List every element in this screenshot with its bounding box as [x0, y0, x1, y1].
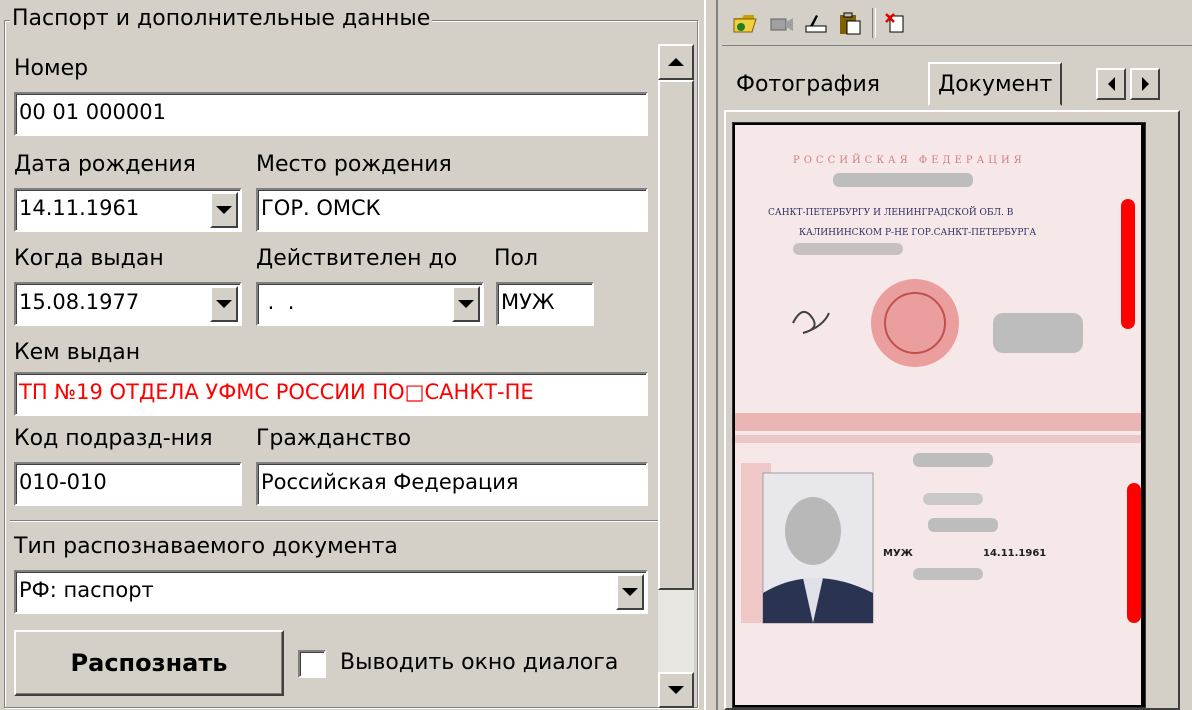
- valid-until-dropdown-button[interactable]: [452, 286, 480, 322]
- valid-until-combo[interactable]: . .: [256, 282, 484, 326]
- passport-group-title: Паспорт и дополнительные данные: [10, 6, 433, 31]
- scroll-up-button[interactable]: [658, 44, 694, 80]
- doc-issued-line-1: САНКТ-ПЕТЕРБУРГУ И ЛЕНИНГРАДСКОЙ ОБЛ. В: [768, 206, 1014, 218]
- division-code-label: Код подразд-ния: [14, 426, 213, 451]
- open-folder-icon[interactable]: [732, 10, 760, 36]
- passport-scan: РОССИЙСКАЯ ФЕДЕРАЦИЯ САНКТ-ПЕТЕРБУРГУ И …: [735, 125, 1141, 705]
- show-dialog-label: Выводить окно диалога: [340, 650, 619, 675]
- image-toolbar: [722, 0, 1192, 46]
- show-dialog-checkbox[interactable]: [298, 650, 326, 678]
- issued-date-combo[interactable]: 15.08.1977: [14, 282, 242, 326]
- divider: [10, 520, 676, 522]
- doc-type-combo[interactable]: РФ: паспорт: [14, 570, 648, 614]
- arrow-down-icon: [668, 686, 684, 694]
- birth-date-combo[interactable]: 14.11.1961: [14, 188, 242, 232]
- birth-place-label: Место рождения: [256, 152, 452, 177]
- recognize-button[interactable]: Распознать: [14, 630, 284, 696]
- paste-icon[interactable]: [836, 10, 864, 36]
- toolbar-separator: [872, 8, 876, 38]
- issued-by-label: Кем выдан: [14, 340, 141, 365]
- doc-birth-date-value: 14.11.1961: [983, 548, 1046, 559]
- sex-field[interactable]: МУЖ: [496, 282, 594, 326]
- sex-label: Пол: [494, 246, 539, 271]
- doc-issued-line-2: КАЛИНИНСКОМ Р-НЕ ГОР.САНКТ-ПЕТЕРБУРГА: [799, 228, 1036, 238]
- tab-scroll-left[interactable]: [1096, 68, 1126, 100]
- tab-photo[interactable]: Фотография: [728, 62, 888, 106]
- camera-icon[interactable]: [768, 10, 796, 36]
- citizenship-label: Гражданство: [256, 426, 412, 451]
- tab-document[interactable]: Документ: [928, 62, 1063, 106]
- doc-type-value: РФ: паспорт: [19, 578, 154, 602]
- doc-type-dropdown-button[interactable]: [616, 574, 644, 610]
- doc-type-label: Тип распознаваемого документа: [14, 534, 398, 559]
- valid-until-label: Действителен до: [256, 246, 458, 271]
- scroll-thumb[interactable]: [658, 80, 694, 590]
- issued-by-field[interactable]: ТП №19 ОТДЕЛА УФМС РОССИИ ПО□САНКТ-ПЕ: [14, 372, 648, 416]
- chevron-down-icon: [216, 300, 232, 308]
- citizenship-field[interactable]: Российская Федерация: [256, 462, 648, 506]
- issued-date-label: Когда выдан: [14, 246, 164, 271]
- arrow-left-icon: [1107, 77, 1115, 91]
- scroll-down-button[interactable]: [658, 672, 694, 708]
- birth-date-value: 14.11.1961: [19, 196, 140, 220]
- number-field[interactable]: 00 01 000001: [14, 92, 648, 136]
- document-image: РОССИЙСКАЯ ФЕДЕРАЦИЯ САНКТ-ПЕТЕРБУРГУ И …: [732, 122, 1146, 708]
- number-label: Номер: [14, 56, 89, 81]
- doc-header-text: РОССИЙСКАЯ ФЕДЕРАЦИЯ: [793, 154, 1026, 166]
- panel-splitter[interactable]: [704, 0, 718, 710]
- birth-date-label: Дата рождения: [14, 152, 196, 177]
- chevron-down-icon: [458, 300, 474, 308]
- arrow-up-icon: [668, 58, 684, 66]
- chevron-down-icon: [622, 588, 638, 596]
- tab-scroll-right[interactable]: [1130, 68, 1160, 100]
- arrow-right-icon: [1141, 77, 1149, 91]
- issued-date-dropdown-button[interactable]: [210, 286, 238, 322]
- scanner-icon[interactable]: [802, 10, 830, 36]
- valid-until-value: . .: [261, 290, 295, 314]
- vertical-scrollbar[interactable]: [658, 44, 694, 708]
- chevron-down-icon: [216, 206, 232, 214]
- issued-date-value: 15.08.1977: [19, 290, 140, 314]
- doc-sex-value: МУЖ: [883, 548, 914, 559]
- birth-date-dropdown-button[interactable]: [210, 192, 238, 228]
- birth-place-field[interactable]: ГОР. ОМСК: [256, 188, 648, 232]
- delete-icon[interactable]: [882, 10, 910, 36]
- division-code-field[interactable]: 010-010: [14, 462, 242, 506]
